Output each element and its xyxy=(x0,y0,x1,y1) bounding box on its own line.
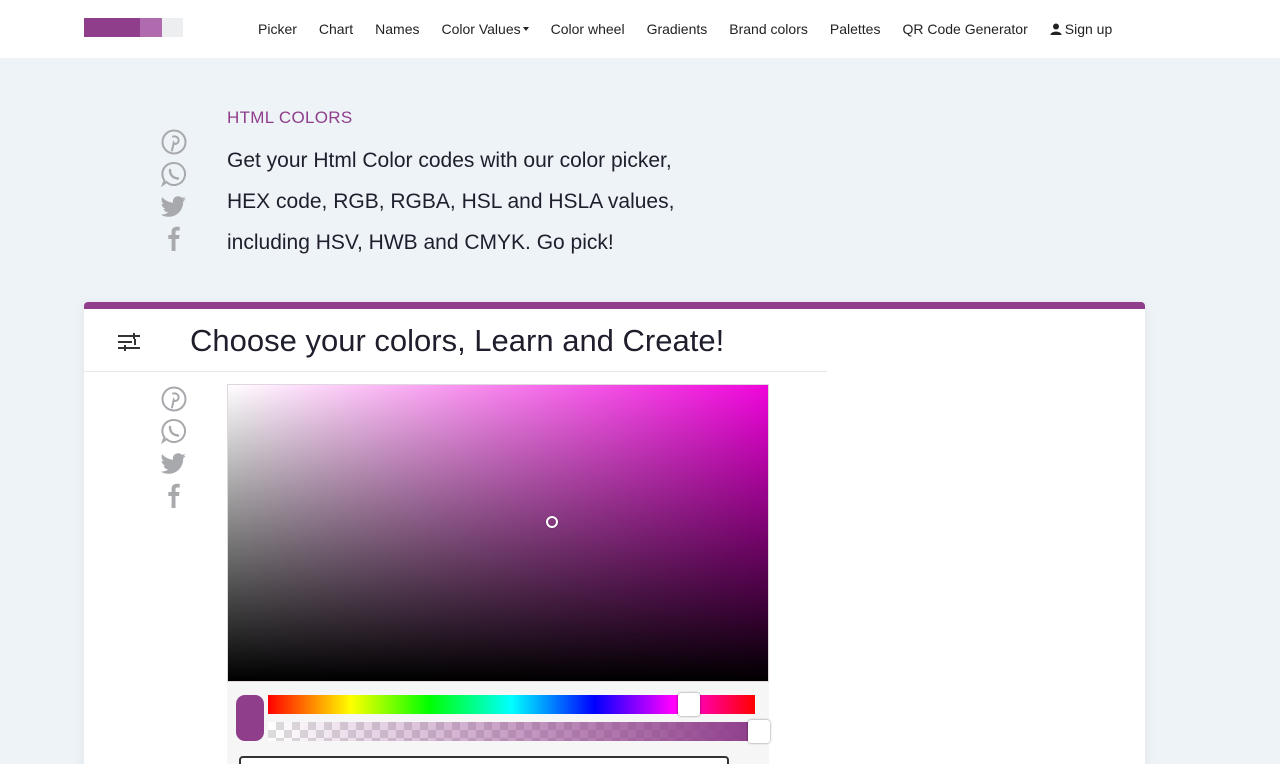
color-picker-card: Choose your colors, Learn and Create! xyxy=(84,302,1145,764)
site-logo[interactable] xyxy=(84,18,183,37)
color-selector-handle[interactable] xyxy=(546,516,558,528)
section-eyebrow: HTML COLORS xyxy=(227,108,353,127)
tune-icon[interactable] xyxy=(118,333,140,351)
logo-block-grey xyxy=(162,18,183,37)
nav-qr-code-generator[interactable]: QR Code Generator xyxy=(902,21,1027,37)
picker-controls xyxy=(227,682,770,764)
alpha-slider-handle[interactable] xyxy=(748,720,770,743)
main-menu: Picker Chart Names Color Values Color wh… xyxy=(258,0,1134,58)
nav-brand-colors[interactable]: Brand colors xyxy=(729,21,808,37)
facebook-icon[interactable] xyxy=(160,224,188,252)
nav-color-values[interactable]: Color Values xyxy=(442,21,529,37)
logo-block-dark xyxy=(84,18,140,37)
hex-color-input[interactable] xyxy=(239,756,729,764)
twitter-icon[interactable] xyxy=(160,192,188,220)
nav-color-values-label: Color Values xyxy=(441,21,521,37)
hero-line-3: including HSV, HWB and CMYK. Go pick! xyxy=(227,231,614,254)
hero-line-1: Get your Html Color codes with our color… xyxy=(227,149,672,172)
hue-slider-handle[interactable] xyxy=(678,693,700,716)
nav-gradients[interactable]: Gradients xyxy=(647,21,708,37)
facebook-icon[interactable] xyxy=(160,481,188,509)
value-gradient xyxy=(228,385,768,681)
nav-names[interactable]: Names xyxy=(375,21,419,37)
user-icon xyxy=(1050,23,1062,35)
whatsapp-icon[interactable] xyxy=(160,160,188,188)
card-header: Choose your colors, Learn and Create! xyxy=(84,309,827,372)
whatsapp-icon[interactable] xyxy=(160,417,188,445)
logo-block-light xyxy=(140,18,162,37)
alpha-slider[interactable] xyxy=(268,720,770,743)
pinterest-icon[interactable] xyxy=(160,385,188,413)
sign-up-label: Sign up xyxy=(1064,21,1113,37)
pinterest-icon[interactable] xyxy=(160,128,188,156)
nav-chart[interactable]: Chart xyxy=(319,21,353,37)
nav-sign-up[interactable]: Sign up xyxy=(1050,21,1112,37)
twitter-icon[interactable] xyxy=(160,449,188,477)
hero-line-2: HEX code, RGB, RGBA, HSL and HSLA values… xyxy=(227,190,675,213)
card-title: Choose your colors, Learn and Create! xyxy=(190,323,725,358)
card-share-icons xyxy=(160,385,188,513)
top-navbar: Picker Chart Names Color Values Color wh… xyxy=(0,0,1280,58)
hue-slider[interactable] xyxy=(268,693,755,716)
saturation-value-area[interactable] xyxy=(227,384,769,682)
hero-share-icons xyxy=(160,128,188,256)
hero-headline: Get your Html Color codes with our color… xyxy=(227,140,787,263)
nav-picker[interactable]: Picker xyxy=(258,21,297,37)
selected-color-swatch xyxy=(236,695,264,741)
caret-down-icon xyxy=(522,27,529,31)
nav-color-wheel[interactable]: Color wheel xyxy=(551,21,625,37)
nav-palettes[interactable]: Palettes xyxy=(830,21,881,37)
